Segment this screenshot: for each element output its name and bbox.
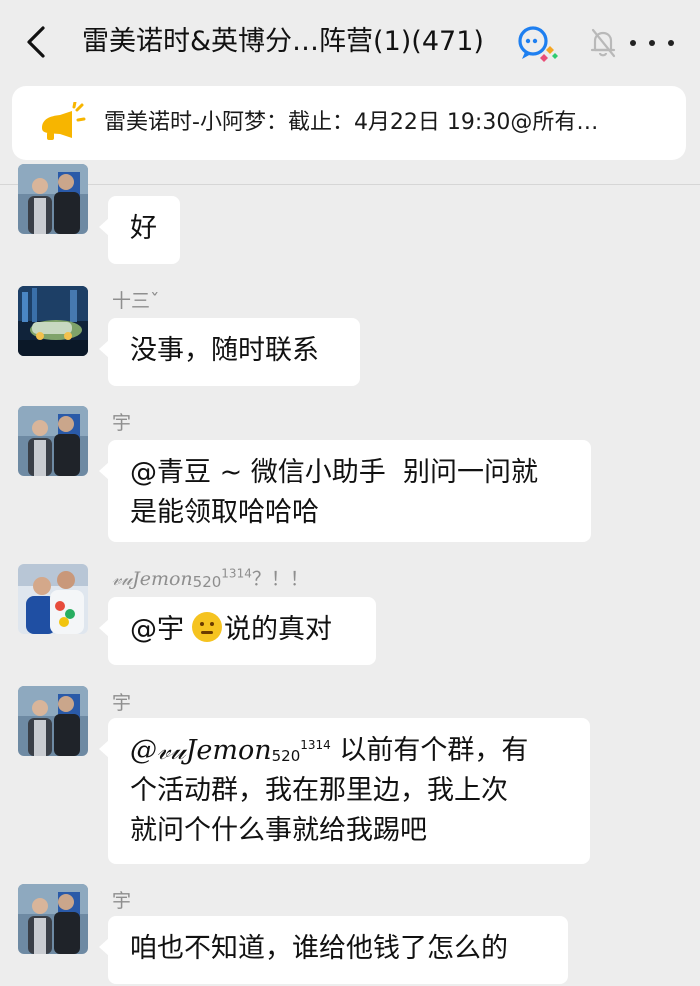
message-text: 咱也不知道，谁给他钱了怎么的 [130, 933, 508, 964]
avatar[interactable] [18, 286, 88, 356]
bell-off-icon[interactable] [588, 26, 618, 60]
sender-name: 宇 [112, 890, 132, 912]
message-bubble[interactable]: @宇 说的真对 [99, 597, 376, 665]
message-text-line: @青豆 ~ 微信小助手 别问一问就 [130, 457, 538, 488]
sender-name: 宇 [112, 692, 132, 714]
message-text-line: 个活动群，我在那里边，我上次 [130, 775, 508, 806]
message-bubble[interactable]: 好 [99, 196, 180, 264]
sender-name: 十三ˇ [112, 290, 160, 312]
chevron-left-icon [27, 26, 45, 58]
message-text: 没事，随时联系 [130, 335, 319, 366]
group-chat-icon[interactable] [516, 24, 560, 64]
divider [0, 184, 700, 185]
megaphone-icon [38, 100, 86, 146]
thinking-emoji-icon [192, 612, 222, 642]
mention-name: @𝓋𝓊Jemon [130, 735, 272, 766]
message-bubble[interactable]: @青豆 ~ 微信小助手 别问一问就 是能领取哈哈哈 [99, 440, 591, 542]
back-button[interactable] [18, 20, 54, 64]
message-text: 好 [130, 213, 157, 244]
message-text: 说的真对 [224, 614, 332, 645]
sender-name: 宇 [112, 412, 132, 434]
message-text-line: 是能领取哈哈哈 [130, 497, 319, 528]
chat-title[interactable]: 雷美诺时&英博分…阵营(1)(471) [82, 22, 522, 62]
announcement-text: 雷美诺时-小阿梦：截止：4月22日 19:30@所有… [104, 110, 599, 135]
avatar[interactable] [18, 164, 88, 234]
mention-text: @宇 [130, 614, 184, 645]
avatar[interactable] [18, 884, 88, 954]
message-bubble[interactable]: @𝓋𝓊Jemon5201314 以前有个群，有 个活动群，我在那里边，我上次 就… [99, 718, 590, 864]
more-dots-icon[interactable] [630, 28, 674, 58]
sender-name: 𝓋𝓊Jemon5201314？！！ [112, 566, 309, 591]
avatar[interactable] [18, 564, 88, 634]
message-bubble[interactable]: 没事，随时联系 [99, 318, 360, 386]
message-text-line: @𝓋𝓊Jemon5201314 以前有个群，有 [130, 735, 529, 766]
chat-header: 雷美诺时&英博分…阵营(1)(471) [0, 0, 700, 84]
avatar[interactable] [18, 686, 88, 756]
announcement-bar[interactable]: 雷美诺时-小阿梦：截止：4月22日 19:30@所有… [12, 86, 686, 160]
message-bubble[interactable]: 咱也不知道，谁给他钱了怎么的 [99, 916, 568, 984]
chat-screen: 雷美诺时&英博分…阵营(1)(471) 雷美诺时-小阿梦：截止：4月22日 19… [0, 0, 700, 986]
avatar[interactable] [18, 406, 88, 476]
message-text-line: 就问个什么事就给我踢吧 [130, 815, 427, 846]
